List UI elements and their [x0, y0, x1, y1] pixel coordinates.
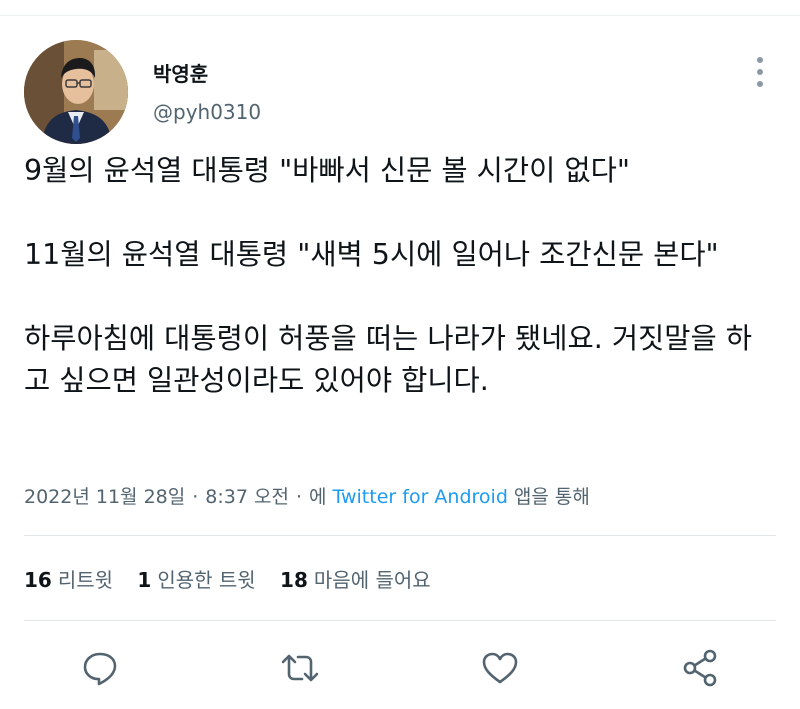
tweet-paragraph: 11월의 윤석열 대통령 "새벽 5시에 일어나 조간신문 본다" [24, 238, 719, 271]
top-divider [0, 15, 800, 16]
meta-separator: · [295, 486, 302, 508]
action-bar [0, 640, 800, 700]
reply-button[interactable] [78, 646, 122, 690]
tweet-paragraph: 9월의 윤석열 대통령 "바빠서 신문 볼 시간이 없다" [24, 154, 630, 187]
divider [24, 620, 776, 621]
via-suffix: 앱을 통해 [513, 486, 590, 508]
meta-separator: · [192, 486, 199, 508]
avatar-photo [24, 40, 128, 144]
source-app-link[interactable]: Twitter for Android [333, 486, 508, 508]
avatar[interactable] [24, 40, 128, 144]
heart-icon [482, 652, 518, 684]
tweet-time[interactable]: 8:37 오전 [205, 486, 289, 508]
user-handle[interactable]: @pyh0310 [153, 100, 261, 124]
tweet-meta: 2022년 11월 28일 · 8:37 오전 · 에 Twitter for Andr… [24, 482, 590, 509]
engagement-stats: 16 리트윗 1 인용한 트윗 18 마음에 들어요 [24, 564, 449, 593]
quotes-stat[interactable]: 1 인용한 트윗 [137, 568, 255, 592]
likes-label: 마음에 들어요 [313, 568, 431, 592]
like-button[interactable] [478, 646, 522, 690]
via-prefix: 에 [309, 486, 327, 508]
retweet-button[interactable] [278, 646, 322, 690]
retweets-label: 리트윗 [57, 568, 114, 592]
retweets-count: 16 [24, 568, 52, 592]
tweet-text: 9월의 윤석열 대통령 "바빠서 신문 볼 시간이 없다" 11월의 윤석열 대… [24, 150, 774, 402]
retweet-icon [281, 654, 319, 682]
quotes-count: 1 [137, 568, 152, 592]
more-button[interactable] [748, 55, 772, 89]
retweets-stat[interactable]: 16 리트윗 [24, 568, 113, 592]
share-button[interactable] [678, 646, 722, 690]
tweet-paragraph: 하루아침에 대통령이 허풍을 떠는 나라가 됐네요. 거짓말을 하고 싶으면 일… [24, 322, 752, 397]
tweet-date[interactable]: 2022년 11월 28일 [24, 486, 185, 508]
reply-icon [83, 652, 117, 686]
likes-count: 18 [280, 568, 308, 592]
display-name[interactable]: 박영훈 [153, 58, 208, 87]
quotes-label: 인용한 트윗 [157, 568, 256, 592]
more-vertical-icon [757, 57, 763, 87]
likes-stat[interactable]: 18 마음에 들어요 [280, 568, 431, 592]
share-icon [683, 649, 717, 687]
divider [24, 535, 776, 536]
